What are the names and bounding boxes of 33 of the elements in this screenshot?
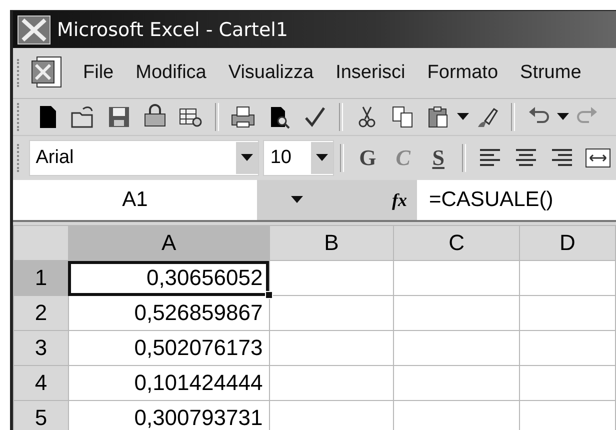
- fill-handle[interactable]: [264, 291, 273, 299]
- menu-item[interactable]: Formato: [419, 58, 512, 88]
- column-header[interactable]: B: [269, 226, 394, 260]
- underline-button[interactable]: S: [420, 145, 456, 171]
- caret-icon[interactable]: [241, 154, 254, 162]
- menu-item[interactable]: File: [75, 58, 128, 88]
- caret-icon[interactable]: [557, 113, 569, 121]
- row-header[interactable]: 3: [14, 330, 68, 366]
- name-box[interactable]: A1: [13, 180, 257, 220]
- row-header[interactable]: 4: [14, 366, 68, 400]
- printer-icon[interactable]: [229, 104, 257, 130]
- row-header[interactable]: 1: [14, 260, 68, 296]
- menu-item[interactable]: Strume: [512, 58, 596, 88]
- window-title: Microsoft Excel - Cartel1: [57, 18, 288, 40]
- menu-item[interactable]: Inserisci: [328, 58, 420, 88]
- menu-item[interactable]: Visualizza: [220, 58, 328, 88]
- formula-field[interactable]: =CASUALE(): [417, 180, 616, 220]
- font-size-dropdown[interactable]: 10: [263, 140, 334, 176]
- caret-icon[interactable]: [291, 196, 303, 204]
- font-dropdown[interactable]: Arial: [28, 140, 260, 176]
- table-cell[interactable]: 0,502076173: [68, 330, 270, 366]
- insert-function-button[interactable]: fx: [392, 190, 407, 210]
- column-header[interactable]: D: [519, 226, 616, 260]
- bold-button[interactable]: G: [350, 145, 386, 171]
- menu-item[interactable]: Modifica: [128, 58, 220, 88]
- row-header[interactable]: 5: [14, 400, 68, 430]
- caret-icon[interactable]: [316, 154, 328, 162]
- row-header[interactable]: 2: [14, 296, 68, 330]
- caret-icon[interactable]: [457, 113, 469, 121]
- column-header[interactable]: C: [394, 226, 520, 260]
- app-icon: [17, 14, 51, 44]
- table-cell[interactable]: 0,101424444: [68, 366, 270, 400]
- column-header[interactable]: A: [68, 226, 270, 260]
